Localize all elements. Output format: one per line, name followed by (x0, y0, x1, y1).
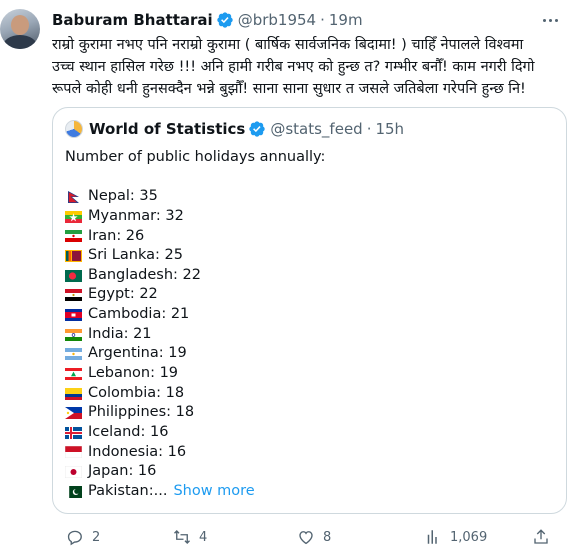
list-item-text: Iceland: 16 (88, 423, 169, 440)
cambodia-flag-icon (65, 308, 82, 321)
list-item-text: Egypt: 22 (88, 286, 158, 303)
reply-icon (67, 530, 82, 546)
list-item-text: Nepal: 35 (88, 188, 158, 205)
nepal-flag-icon (68, 191, 79, 204)
list-item-text: Lebanon: 19 (88, 365, 179, 382)
views-chart-icon (427, 530, 437, 544)
list-item-text: Sri Lanka: 25 (88, 247, 183, 264)
reply-button[interactable]: 2 (66, 526, 100, 548)
indonesia-flag-icon (65, 446, 82, 459)
list-item: India: 21 (65, 325, 555, 345)
like-button[interactable]: 8 (297, 526, 331, 548)
tweet-time[interactable]: 19m (329, 11, 363, 29)
iceland-flag-icon (65, 426, 82, 439)
list-item-text: Iran: 26 (88, 227, 145, 244)
lebanon-flag-icon (65, 367, 82, 380)
list-item: Cambodia: 21 (65, 305, 555, 325)
list-item: Lebanon: 19 (65, 364, 555, 384)
list-item: Iceland: 16 (65, 423, 555, 443)
tweet-text-line: रूपले कोही धनी हुनसक्दैन भन्ने बुझौँ! सा… (52, 81, 526, 97)
quoted-tweet-header: World of Statistics @stats_feed · 15h (65, 118, 404, 140)
list-item-text: Indonesia: 16 (88, 443, 187, 460)
author-name[interactable]: Baburam Bhattarai (52, 11, 213, 29)
separator-dot: · (320, 11, 325, 29)
list-item: Colombia: 18 (65, 384, 555, 404)
tweet-text: राम्रो कुरामा नभए पनि नराम्रो कुरामा ( ब… (52, 34, 557, 100)
heart-icon (299, 531, 313, 545)
colombia-flag-icon (65, 387, 82, 400)
retweet-icon (174, 530, 190, 544)
list-item-text: Japan: 16 (88, 463, 157, 480)
list-item: Japan: 16 (65, 462, 555, 482)
sri-lanka-flag-icon (65, 250, 82, 263)
list-item-text: Philippines: 18 (88, 404, 195, 421)
tweet-text-line: उच्च स्थान हासिल गरेछ !!! अनि हामी गरीब … (52, 59, 535, 75)
tweet-text-line: राम्रो कुरामा नभए पनि नराम्रो कुरामा ( ब… (52, 37, 524, 53)
share-icon (534, 529, 548, 544)
reply-count: 2 (92, 529, 101, 545)
share-button[interactable] (532, 526, 558, 548)
author-handle[interactable]: @brb1954 (238, 11, 316, 29)
list-item: Argentina: 19 (65, 344, 555, 364)
egypt-flag-icon (65, 289, 82, 302)
tweet-actions: 2 4 8 1,069 (52, 526, 557, 548)
list-item-text: Pakistan:... (88, 482, 168, 499)
views-button[interactable]: 1,069 (424, 526, 487, 548)
author-avatar[interactable] (0, 9, 40, 49)
quoted-author-name: World of Statistics (89, 120, 246, 138)
more-options-icon[interactable] (537, 10, 563, 30)
show-more-link[interactable]: Show more (173, 482, 254, 502)
quoted-author-handle: @stats_feed (270, 120, 363, 138)
retweet-button[interactable]: 4 (173, 526, 207, 548)
like-count: 8 (323, 529, 332, 545)
tweet: Baburam Bhattarai @brb1954 · 19m राम्रो … (0, 0, 573, 556)
argentina-flag-icon (65, 348, 82, 361)
list-item: Nepal: 35 (65, 187, 555, 207)
bangladesh-flag-icon (65, 269, 82, 282)
separator-dot: · (366, 120, 372, 138)
list-item-text: Colombia: 18 (88, 384, 185, 401)
verified-badge-icon (217, 12, 233, 28)
list-item: Philippines: 18 (65, 403, 555, 423)
intro-line: Number of public holidays annually: (65, 149, 326, 165)
iran-flag-icon (65, 230, 82, 243)
india-flag-icon (65, 328, 82, 341)
verified-badge-icon (249, 121, 266, 137)
quoted-tweet-text: Number of public holidays annually: Nepa… (65, 148, 555, 502)
view-count: 1,069 (450, 529, 488, 545)
tweet-header: Baburam Bhattarai @brb1954 · 19m (52, 10, 363, 30)
retweet-count: 4 (199, 529, 208, 545)
quoted-tweet[interactable]: World of Statistics @stats_feed · 15h Nu… (52, 107, 567, 514)
list-item: Egypt: 22 (65, 285, 555, 305)
quoted-tweet-time: 15h (375, 120, 405, 138)
list-item-text: Bangladesh: 22 (88, 266, 201, 283)
japan-flag-icon (65, 466, 82, 479)
list-item: Bangladesh: 22 (65, 266, 555, 286)
list-item: Indonesia: 16 (65, 443, 555, 463)
list-item: Iran: 26 (65, 227, 555, 247)
philippines-flag-icon (65, 407, 82, 420)
list-item-text: Myanmar: 32 (88, 207, 184, 224)
myanmar-flag-icon (65, 210, 82, 223)
list-item-text: Argentina: 19 (88, 345, 187, 362)
list-item: Sri Lanka: 25 (65, 246, 555, 266)
list-item: Myanmar: 32 (65, 207, 555, 227)
list-item-text: Cambodia: 21 (88, 306, 190, 323)
list-item-text: India: 21 (88, 325, 152, 342)
quoted-author-avatar (65, 120, 83, 138)
list-item: Pakistan:... Show more (65, 482, 555, 502)
pakistan-flag-icon (65, 485, 82, 498)
